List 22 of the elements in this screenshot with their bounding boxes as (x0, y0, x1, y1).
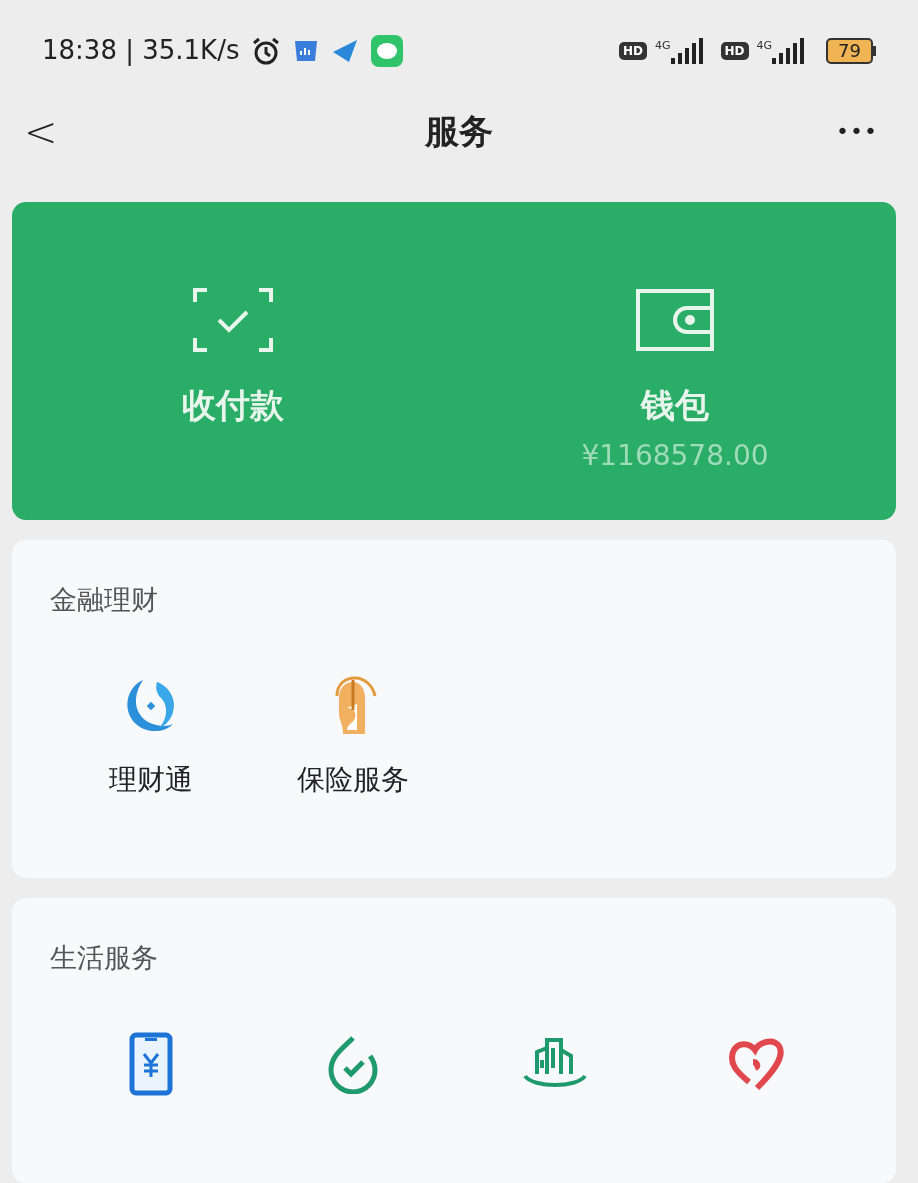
paper-plane-icon (331, 37, 360, 64)
hd-badge: HD (619, 41, 647, 60)
page-title: 服务 (425, 110, 493, 154)
status-time-speed: 18:38 | 35.1K/s (42, 34, 240, 68)
alarm-clock-icon (251, 35, 282, 66)
phone-yen-icon (129, 1031, 173, 1096)
section-title: 生活服务 (50, 942, 158, 974)
wallet-icon (635, 287, 715, 352)
service-item[interactable]: 保险服务 (252, 670, 454, 801)
battery-level: 79 (826, 37, 873, 64)
chart-app-icon (293, 38, 320, 63)
network-type: 4G (756, 37, 773, 54)
back-button[interactable]: < (24, 111, 58, 152)
more-button[interactable]: ••• (836, 115, 878, 149)
chat-app-icon (371, 34, 404, 67)
scan-check-icon (193, 287, 273, 352)
service-item[interactable]: 理财通 (50, 670, 252, 801)
signal-icon (772, 37, 807, 64)
network-type: 4G (655, 37, 671, 54)
hd-badge: HD (720, 41, 749, 60)
signal-icon (670, 37, 705, 64)
section-title: 金融理财 (50, 584, 158, 616)
